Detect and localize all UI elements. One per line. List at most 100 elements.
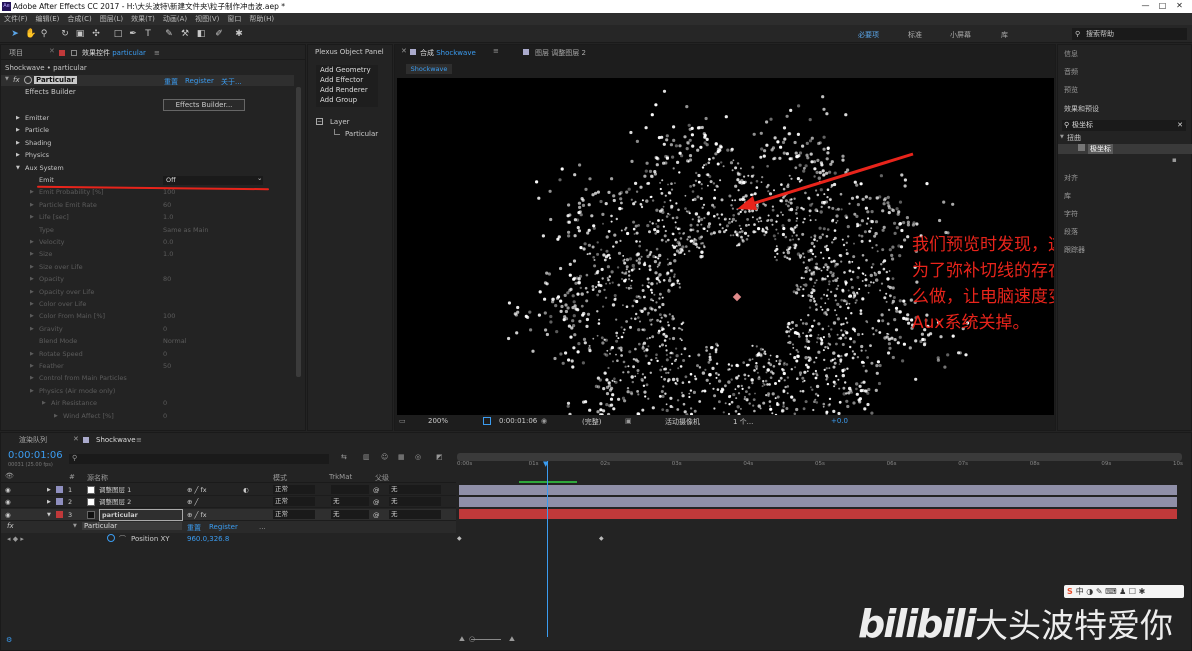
expand-icon[interactable]: ▶ — [30, 286, 34, 298]
mode-select[interactable]: 正常 — [273, 485, 315, 494]
menu-item[interactable]: 合成(C) — [67, 15, 91, 23]
keyframe-2[interactable]: ◆ — [599, 535, 604, 542]
property-row[interactable]: ▶ Control from Main Particles — [1, 372, 301, 384]
zoom-out-icon[interactable]: ⛰ — [459, 635, 465, 644]
property-row[interactable]: ▶ Opacity over Life — [1, 286, 301, 298]
property-value[interactable]: 100 — [163, 310, 175, 322]
camera-tool-icon[interactable]: ▣ — [75, 29, 85, 39]
tab-render-queue[interactable]: 渲染队列 — [19, 433, 47, 447]
trkmat-select[interactable]: 无 — [331, 497, 369, 507]
property-row[interactable]: ▶ Particle — [1, 124, 301, 136]
viewer-canvas[interactable]: 我们预览时发现，这边有个切线，为了弥补切线的存在，我们可以这么做，让电脑速度变快… — [397, 78, 1054, 415]
close-icon[interactable]: ✕ — [401, 47, 407, 55]
plexus-menu-item[interactable]: Add Renderer — [320, 85, 378, 95]
minimize-button[interactable]: — — [1137, 0, 1154, 12]
effects-builder-button[interactable]: Effects Builder... — [163, 99, 245, 111]
plexus-menu-item[interactable]: Add Geometry — [320, 65, 378, 75]
property-value[interactable]: 0 — [163, 397, 167, 409]
property-row[interactable]: ▶ Gravity 0 — [1, 323, 301, 335]
timeline-timecode[interactable]: 0:00:01:06 — [8, 450, 63, 461]
property-value[interactable]: 0 — [163, 410, 167, 422]
workspace-small-screen[interactable]: 小屏幕 — [950, 30, 971, 40]
property-value[interactable]: 0.0 — [163, 236, 173, 248]
plexus-menu-item[interactable]: Add Group — [320, 95, 378, 105]
camera-select[interactable]: 活动摄像机 — [665, 417, 700, 427]
expand-icon[interactable]: ▶ — [30, 273, 34, 285]
label-color-icon[interactable] — [56, 510, 63, 518]
rotate-tool-icon[interactable]: ↻ — [60, 29, 70, 39]
expand-icon[interactable]: ▼ — [5, 76, 9, 82]
parent-select[interactable]: 无 — [389, 497, 441, 507]
visibility-eye-icon[interactable]: ◉ — [5, 484, 11, 496]
property-row[interactable]: Blend Mode Normal — [1, 335, 301, 347]
sub-reset-button[interactable]: 重置 — [187, 523, 201, 533]
sub-register-link[interactable]: Register — [209, 523, 238, 531]
property-value[interactable]: 60 — [163, 199, 171, 211]
work-area-bar[interactable] — [457, 453, 1182, 461]
pickwhip-icon[interactable]: @ — [373, 509, 380, 521]
property-row[interactable]: ▶ Color From Main [%] 100 — [1, 310, 301, 322]
workspace-standard[interactable]: 标准 — [908, 30, 922, 40]
menu-item[interactable]: 动画(A) — [163, 15, 187, 23]
expand-icon[interactable]: ▶ — [30, 199, 34, 211]
property-row[interactable]: ▶ Particle Emit Rate 60 — [1, 199, 301, 211]
anchor-point-icon[interactable] — [732, 292, 742, 302]
mode-select[interactable]: 正常 — [273, 509, 315, 519]
expand-icon[interactable]: ▼ — [1060, 134, 1064, 140]
layer-name[interactable]: particular — [99, 508, 183, 521]
property-value[interactable]: Normal — [163, 335, 187, 347]
expand-icon[interactable]: ▶ — [30, 186, 34, 198]
property-value[interactable]: 50 — [163, 360, 171, 372]
tab-composition[interactable]: 合成 Shockwave — [420, 46, 476, 60]
rectangle-tool-icon[interactable]: □ — [113, 29, 123, 39]
close-button[interactable]: ✕ — [1171, 0, 1188, 12]
selection-tool-icon[interactable]: ➤ — [10, 29, 20, 39]
pickwhip-icon[interactable]: @ — [373, 496, 380, 508]
zoom-slider[interactable]: ○ — [469, 635, 475, 643]
expand-icon[interactable]: ▼ — [73, 523, 77, 529]
expand-icon[interactable]: ▶ — [16, 124, 20, 136]
property-row[interactable]: ▶ Velocity 0.0 — [1, 236, 301, 248]
expand-icon[interactable]: ▶ — [30, 236, 34, 248]
expand-icon[interactable]: ▶ — [30, 298, 34, 310]
folder-distort[interactable]: 扭曲 — [1067, 133, 1081, 143]
views-select[interactable]: 1 个... — [733, 417, 753, 427]
menu-item[interactable]: 编辑(E) — [36, 15, 60, 23]
plexus-menu-item[interactable]: Add Effector — [320, 75, 378, 85]
pickwhip-icon[interactable]: @ — [373, 484, 380, 496]
property-value[interactable]: 1.0 — [163, 248, 173, 260]
menu-icon[interactable]: ≡ — [136, 433, 142, 447]
panel-align[interactable]: 对齐 — [1064, 173, 1078, 183]
layer-search-input[interactable]: ⚲ — [69, 454, 329, 464]
effect-name[interactable]: Particular — [34, 76, 77, 84]
draft-3d-icon[interactable]: ▥ — [363, 453, 370, 461]
tab-effect-controls[interactable]: 效果控件 particular — [82, 46, 146, 60]
layer-switches[interactable]: ⊕ ╱ — [187, 496, 198, 508]
property-row[interactable]: ▶ Color over Life — [1, 298, 301, 310]
panel-character[interactable]: 字符 — [1064, 209, 1078, 219]
panel-preview[interactable]: 预览 — [1064, 85, 1078, 95]
track-bar-3[interactable] — [459, 509, 1177, 519]
layer-name[interactable]: 调整图层 1 — [99, 484, 131, 496]
expand-icon[interactable]: ▶ — [47, 496, 51, 508]
toggle-icon[interactable]: ▣ — [625, 417, 632, 425]
new-bin-icon[interactable]: ▪ — [1172, 156, 1177, 164]
label-color-icon[interactable] — [56, 486, 63, 493]
expand-icon[interactable]: ▶ — [16, 149, 20, 161]
trkmat-select[interactable]: 无 — [331, 509, 369, 519]
current-time[interactable]: 0:00:01:06 — [499, 417, 537, 425]
current-time-indicator[interactable] — [547, 461, 548, 637]
expand-icon[interactable]: ▶ — [47, 484, 51, 496]
graph-icon[interactable]: ⌒ — [119, 534, 126, 544]
expand-icon[interactable]: ▶ — [16, 112, 20, 124]
menu-item[interactable]: 视图(V) — [195, 15, 219, 23]
property-row[interactable]: Type Same as Main — [1, 224, 301, 236]
panel-info[interactable]: 信息 — [1064, 49, 1078, 59]
time-ruler[interactable]: 0:00s 01s 02s 03s 04s 05s 06s 07s 08s 09s 10s — [457, 461, 1183, 471]
resolution-icon[interactable]: ▭ — [399, 417, 406, 425]
property-row[interactable]: ▶ Size 1.0 — [1, 248, 301, 260]
layer-switches[interactable]: ⊕ ╱ fx — [187, 484, 207, 496]
property-row[interactable]: ▶ Opacity 80 — [1, 273, 301, 285]
reset-button[interactable]: 重置 — [164, 77, 178, 87]
expand-icon[interactable]: ▶ — [30, 323, 34, 335]
